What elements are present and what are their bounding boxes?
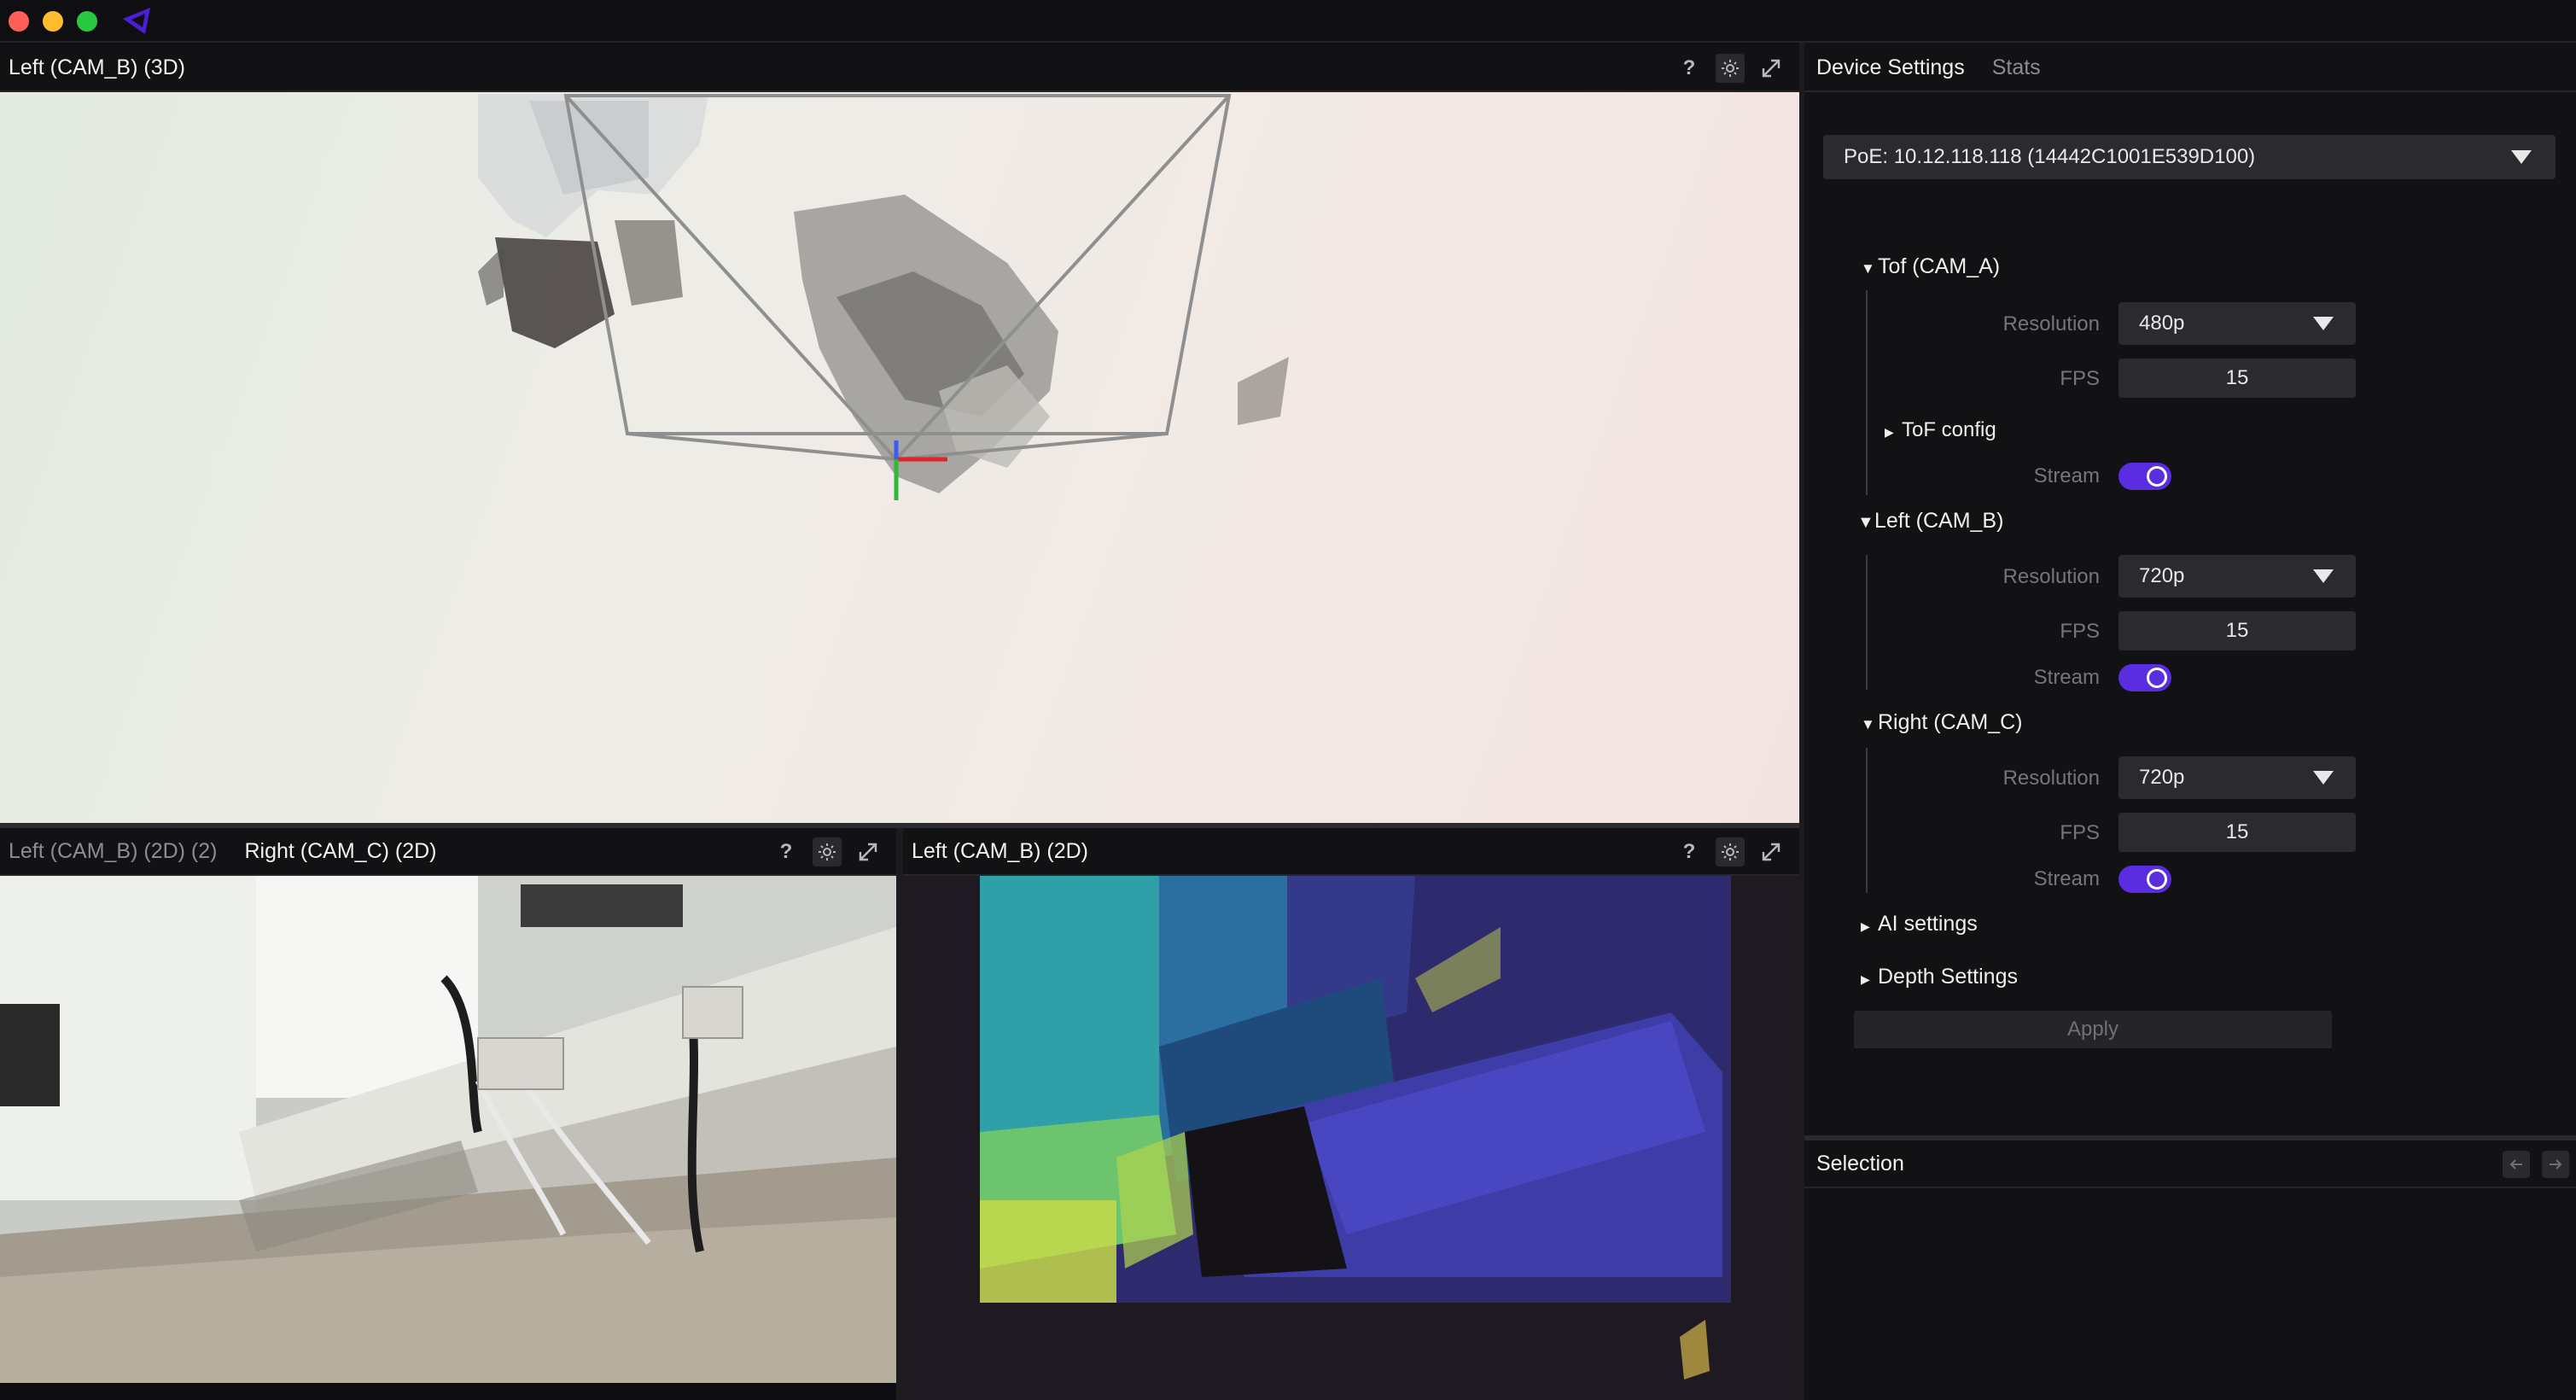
tab-device-settings[interactable]: Device Settings bbox=[1816, 55, 1965, 80]
expand-triangle-icon: ▶ bbox=[1885, 425, 1894, 439]
tab-left-cam-b-2d-2[interactable]: Left (CAM_B) (2D) (2) bbox=[9, 839, 217, 864]
tof-resolution-label: Resolution bbox=[2002, 312, 2100, 335]
section-left-title: Left (CAM_B) bbox=[1874, 509, 2004, 533]
collapse-triangle-icon: ▼ bbox=[1861, 260, 1875, 277]
section-depth-settings[interactable]: ▶ Depth Settings bbox=[1861, 965, 2018, 989]
section-depth-title: Depth Settings bbox=[1878, 965, 2018, 989]
selection-title: Selection bbox=[1816, 1151, 1904, 1175]
section-ai-settings[interactable]: ▶ AI settings bbox=[1861, 912, 1978, 936]
tof-config-toggle[interactable]: ▶ ToF config bbox=[1885, 418, 1996, 442]
help-icon[interactable]: ? bbox=[772, 837, 801, 866]
right-resolution-dropdown[interactable]: 720p bbox=[2118, 756, 2356, 799]
tab-right-cam-c-2d[interactable]: Right (CAM_C) (2D) bbox=[244, 839, 436, 864]
device-select-value: PoE: 10.12.118.118 (14442C1001E539D100) bbox=[1844, 145, 2256, 168]
left-resolution-dropdown[interactable]: 720p bbox=[2118, 555, 2356, 598]
section-indent-line bbox=[1866, 290, 1868, 495]
close-window-button[interactable] bbox=[9, 11, 29, 32]
bottom-vertical-splitter[interactable] bbox=[896, 828, 903, 1400]
tof-stream-label: Stream bbox=[2033, 464, 2100, 487]
expand-triangle-icon: ▶ bbox=[1861, 919, 1870, 933]
view-2d-left-header: Left (CAM_B) (2D) (2) Right (CAM_C) (2D)… bbox=[0, 828, 896, 876]
section-tof-title: Tof (CAM_A) bbox=[1878, 254, 2001, 278]
selection-header: Selection bbox=[1804, 1140, 2576, 1188]
help-icon[interactable]: ? bbox=[1675, 54, 1704, 83]
view-3d-header: Left (CAM_B) (3D) ? bbox=[0, 44, 1799, 92]
right-panel-tabs: Device Settings Stats bbox=[1804, 44, 2576, 92]
gear-icon[interactable] bbox=[813, 837, 842, 866]
left-fps-input[interactable]: 15 bbox=[2118, 611, 2356, 650]
section-ai-title: AI settings bbox=[1878, 912, 1978, 936]
device-select[interactable]: PoE: 10.12.118.118 (14442C1001E539D100) bbox=[1823, 135, 2556, 179]
apply-button[interactable]: Apply bbox=[1854, 1011, 2332, 1048]
arrow-left-icon[interactable] bbox=[2503, 1151, 2530, 1178]
left-resolution-value: 720p bbox=[2139, 564, 2185, 587]
left-fps-label: FPS bbox=[2060, 620, 2100, 643]
section-tof-cam-a[interactable]: ▼ Tof (CAM_A) bbox=[1861, 254, 2000, 279]
selection-panel: Selection bbox=[1804, 1139, 2576, 1400]
view-3d-title: Left (CAM_B) (3D) bbox=[9, 55, 185, 79]
tof-config-label: ToF config bbox=[1902, 418, 1996, 441]
help-icon[interactable]: ? bbox=[1675, 837, 1704, 866]
chevron-down-icon bbox=[2313, 771, 2334, 785]
depth-image-view[interactable] bbox=[903, 876, 1799, 1400]
chevron-down-icon bbox=[2313, 317, 2334, 330]
right-fps-label: FPS bbox=[2060, 821, 2100, 844]
collapse-triangle-icon: ▼ bbox=[1857, 513, 1874, 532]
expand-icon[interactable] bbox=[854, 837, 883, 866]
view-2d-right-header: Left (CAM_B) (2D) ? bbox=[903, 828, 1799, 876]
left-stream-toggle[interactable] bbox=[2118, 664, 2171, 691]
tof-resolution-dropdown[interactable]: 480p bbox=[2118, 302, 2356, 345]
tof-resolution-value: 480p bbox=[2139, 312, 2185, 335]
rerun-triangle-logo-icon bbox=[123, 8, 150, 34]
tof-stream-toggle[interactable] bbox=[2118, 463, 2171, 490]
point-cloud-viewport[interactable] bbox=[0, 92, 1799, 823]
collapse-triangle-icon: ▼ bbox=[1861, 716, 1875, 732]
section-indent-line bbox=[1866, 748, 1868, 893]
tof-fps-input[interactable]: 15 bbox=[2118, 359, 2356, 398]
left-stream-label: Stream bbox=[2033, 666, 2100, 689]
maximize-window-button[interactable] bbox=[77, 11, 97, 32]
gear-icon[interactable] bbox=[1716, 54, 1745, 83]
section-right-title: Right (CAM_C) bbox=[1878, 710, 2023, 734]
tof-fps-label: FPS bbox=[2060, 367, 2100, 390]
chevron-down-icon bbox=[2511, 150, 2532, 164]
gear-icon[interactable] bbox=[1716, 837, 1745, 866]
tab-stats[interactable]: Stats bbox=[1992, 55, 2041, 80]
right-fps-input[interactable]: 15 bbox=[2118, 813, 2356, 852]
camera-image-view[interactable] bbox=[0, 876, 896, 1383]
view-2d-right-title: Left (CAM_B) (2D) bbox=[912, 838, 1088, 863]
expand-triangle-icon: ▶ bbox=[1861, 972, 1870, 986]
right-stream-label: Stream bbox=[2033, 867, 2100, 890]
expand-icon[interactable] bbox=[1757, 54, 1786, 83]
expand-icon[interactable] bbox=[1757, 837, 1786, 866]
right-stream-toggle[interactable] bbox=[2118, 866, 2171, 893]
chevron-down-icon bbox=[2313, 569, 2334, 583]
right-resolution-value: 720p bbox=[2139, 766, 2185, 789]
section-indent-line bbox=[1866, 555, 1868, 690]
left-resolution-label: Resolution bbox=[2002, 565, 2100, 588]
right-resolution-label: Resolution bbox=[2002, 767, 2100, 790]
arrow-right-icon[interactable] bbox=[2542, 1151, 2569, 1178]
section-right-cam-c[interactable]: ▼ Right (CAM_C) bbox=[1861, 710, 2022, 735]
section-left-cam-b[interactable]: ▼Left (CAM_B) bbox=[1857, 509, 2003, 534]
minimize-window-button[interactable] bbox=[43, 11, 63, 32]
title-bar bbox=[0, 0, 2576, 43]
